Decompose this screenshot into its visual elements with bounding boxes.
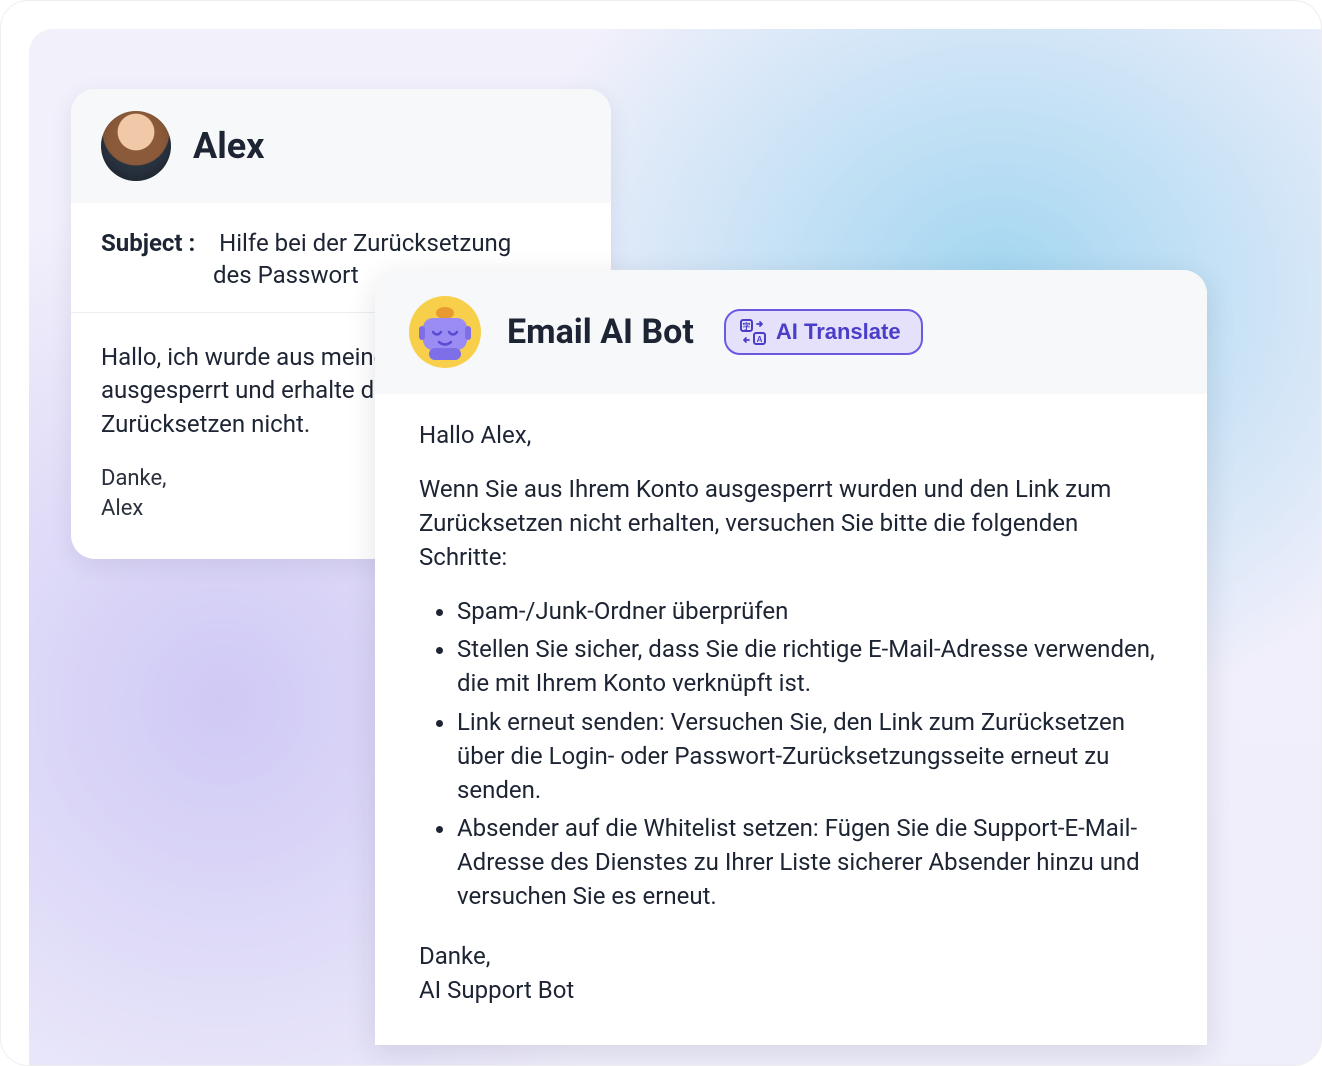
svg-text:字: 字 [742, 321, 750, 331]
svg-text:A: A [756, 335, 762, 344]
user-avatar [101, 111, 171, 181]
bot-step: Link erneut senden: Versuchen Sie, den L… [457, 705, 1163, 807]
bot-steps-list: Spam-/Junk-Ordner überprüfen Stellen Sie… [419, 594, 1163, 913]
app-stage: Alex Subject : Hilfe bei der Zurücksetzu… [0, 0, 1322, 1066]
bot-reply-header: Email AI Bot 字 A AI Translate [375, 270, 1207, 394]
bot-avatar-icon [409, 296, 481, 368]
translate-icon: 字 A [740, 319, 766, 345]
subject-line-1: Hilfe bei der Zurücksetzung [219, 229, 511, 257]
bot-sign-name: AI Support Bot [419, 973, 1163, 1007]
bot-intro: Wenn Sie aus Ihrem Konto ausgesperrt wur… [419, 472, 1163, 574]
user-name: Alex [193, 125, 264, 167]
user-email-header: Alex [71, 89, 611, 203]
bot-step: Absender auf die Whitelist setzen: Fügen… [457, 811, 1163, 913]
ai-translate-button[interactable]: 字 A AI Translate [724, 309, 923, 355]
bot-name: Email AI Bot [507, 312, 694, 352]
bot-reply-body: Hallo Alex, Wenn Sie aus Ihrem Konto aus… [375, 394, 1207, 1045]
bot-reply-card: Email AI Bot 字 A AI Translate Hallo Alex… [375, 270, 1207, 1045]
bot-step: Stellen Sie sicher, dass Sie die richtig… [457, 632, 1163, 700]
bot-step: Spam-/Junk-Ordner überprüfen [457, 594, 1163, 628]
bot-sign-thanks: Danke, [419, 939, 1163, 973]
ai-translate-label: AI Translate [776, 319, 901, 345]
bot-greeting: Hallo Alex, [419, 418, 1163, 452]
subject-label: Subject : [101, 229, 195, 257]
